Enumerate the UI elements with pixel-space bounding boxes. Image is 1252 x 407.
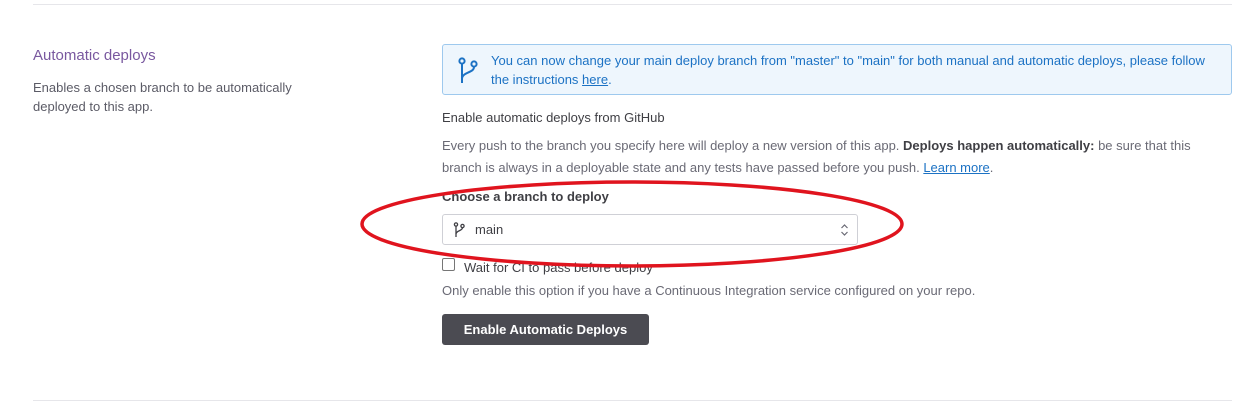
- git-branch-icon: [453, 222, 465, 237]
- enable-automatic-deploys-button[interactable]: Enable Automatic Deploys: [442, 314, 649, 345]
- desc-bold: Deploys happen automatically:: [903, 138, 1095, 153]
- section-content: You can now change your main deploy bran…: [442, 44, 1232, 345]
- learn-more-link[interactable]: Learn more: [923, 160, 989, 175]
- bottom-divider: [33, 400, 1232, 401]
- branch-rename-notice: You can now change your main deploy bran…: [442, 44, 1232, 95]
- git-branch-icon: [458, 57, 478, 83]
- branch-select[interactable]: main: [442, 214, 858, 245]
- ci-help-text: Only enable this option if you have a Co…: [442, 283, 976, 298]
- desc-start: Every push to the branch you specify her…: [442, 138, 904, 153]
- notice-here-link[interactable]: here: [582, 72, 608, 87]
- chevron-up-down-icon: [841, 224, 848, 236]
- section-description: Enables a chosen branch to be automatica…: [33, 80, 292, 114]
- github-autodeploy-title: Enable automatic deploys from GitHub: [442, 110, 665, 125]
- branch-select-label: Choose a branch to deploy: [442, 189, 609, 204]
- automatic-deploys-page: Automatic deploys Enables a chosen branc…: [0, 0, 1252, 407]
- wait-for-ci-checkbox[interactable]: [442, 258, 455, 271]
- section-info: Automatic deploys Enables a chosen branc…: [33, 46, 333, 116]
- notice-text-end: .: [608, 72, 612, 87]
- branch-select-value: main: [475, 222, 504, 237]
- ci-option-row: Wait for CI to pass before deploy: [442, 258, 1232, 276]
- github-autodeploy-description: Every push to the branch you specify her…: [442, 135, 1232, 179]
- top-divider: [33, 4, 1232, 5]
- wait-for-ci-label[interactable]: Wait for CI to pass before deploy: [464, 259, 653, 276]
- section-title: Automatic deploys: [33, 47, 156, 64]
- desc-tail: .: [989, 160, 994, 175]
